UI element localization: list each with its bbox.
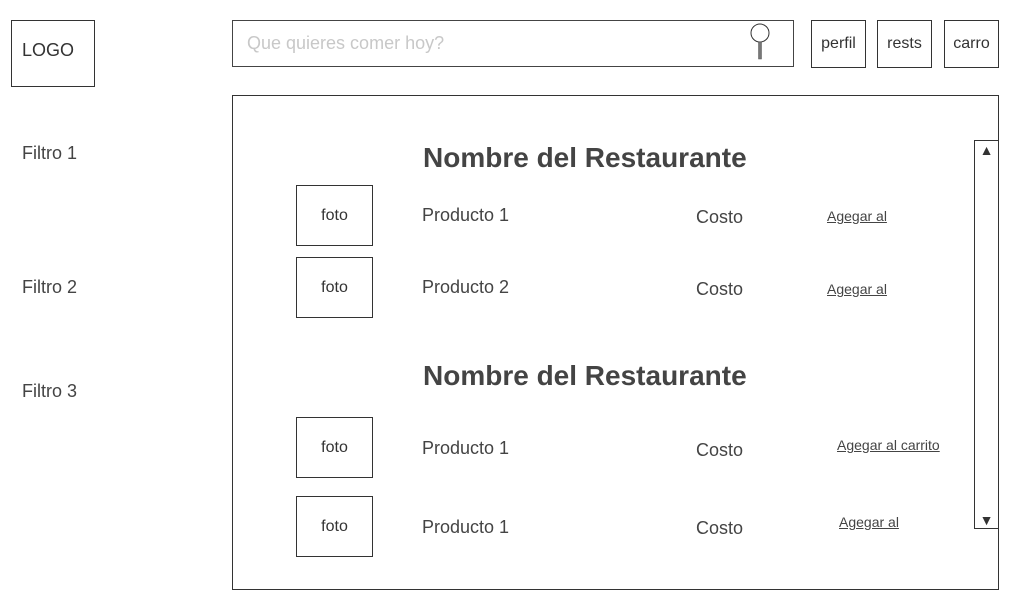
search-icon[interactable] — [749, 23, 771, 61]
scrollbar[interactable]: ▲ ▼ — [974, 140, 999, 529]
logo[interactable]: LOGO — [11, 20, 95, 87]
product-name: Producto 1 — [422, 517, 510, 537]
product-name: Producto 1 — [422, 438, 510, 458]
restaurant-name: Nombre del Restaurante — [423, 360, 747, 391]
restaurant-name: Nombre del Restaurante — [423, 142, 747, 173]
search-input[interactable] — [233, 21, 747, 66]
product-photo: foto — [296, 496, 373, 557]
product-name: Producto 1 — [422, 205, 510, 225]
scroll-up-arrow-icon[interactable]: ▲ — [975, 143, 998, 157]
scroll-down-arrow-icon[interactable]: ▼ — [975, 513, 998, 527]
product-cost: Costo — [696, 207, 744, 227]
search-bar — [232, 20, 794, 67]
filter-3[interactable]: Filtro 3 — [22, 381, 77, 402]
carro-button[interactable]: carro — [944, 20, 999, 68]
add-to-cart-link[interactable]: Agegar al carrito — [837, 437, 940, 453]
filter-1[interactable]: Filtro 1 — [22, 143, 77, 164]
product-cost: Costo — [696, 518, 744, 538]
add-to-cart-link[interactable]: Agegar al — [839, 514, 899, 530]
product-photo: foto — [296, 257, 373, 318]
product-name: Producto 2 — [422, 277, 510, 297]
product-photo: foto — [296, 417, 373, 478]
filter-2[interactable]: Filtro 2 — [22, 277, 77, 298]
add-to-cart-link[interactable]: Agegar al — [827, 281, 887, 297]
perfil-button[interactable]: perfil — [811, 20, 866, 68]
restaurant-list-panel: Nombre del Restaurante foto Producto 1 C… — [232, 95, 999, 590]
product-photo: foto — [296, 185, 373, 246]
product-cost: Costo — [696, 279, 744, 299]
rests-button[interactable]: rests — [877, 20, 932, 68]
product-cost: Costo — [696, 440, 744, 460]
add-to-cart-link[interactable]: Agegar al — [827, 208, 887, 224]
